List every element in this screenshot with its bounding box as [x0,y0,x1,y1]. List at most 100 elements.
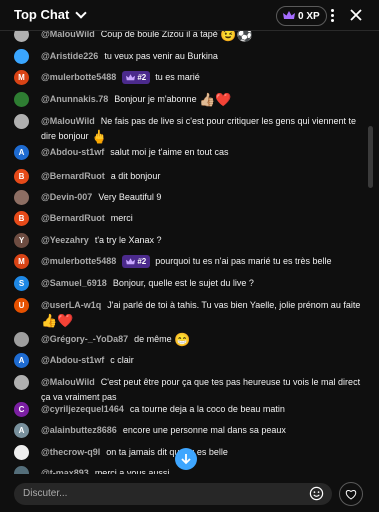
more-vert-icon[interactable] [326,7,338,23]
message-author[interactable]: @BernardRuot [41,213,105,223]
xp-value: 0 XP [298,10,320,22]
message-author[interactable]: @cyriljezequel1464 [41,404,124,414]
avatar-initial: A [18,148,25,157]
message-body: @MalouWild Coup de boule Zizou il a tapé … [41,30,367,42]
message-text: salut moi je t'aime en tout cas [110,147,229,157]
message-author[interactable]: @MalouWild [41,377,95,387]
avatar-image[interactable] [14,375,29,390]
message-text: ca tourne deja a la coco de beau matin [129,404,285,414]
message-body: @alainbuttez8686 encore une personne mal … [41,423,367,438]
avatar-image[interactable] [14,190,29,205]
message-author[interactable]: @Abdou-st1wf [41,147,104,157]
chat-title: Top Chat [14,7,70,22]
avatar-image[interactable] [14,49,29,64]
message-body: @Abdou-st1wf salut moi je t'aime en tout … [41,145,367,160]
message-body: @mulerbotte5488 #2 tu es marié [41,70,367,85]
chat-scrollbar[interactable] [368,126,373,188]
message-author[interactable]: @Grégory-_-YoDa87 [41,334,128,344]
scroll-to-bottom-button[interactable] [175,448,197,470]
avatar-initial: C [18,405,25,414]
message-author[interactable]: @Abdou-st1wf [41,355,104,365]
avatar[interactable]: A [14,353,29,368]
message-emoji: 😉⚽ [220,30,253,43]
message-text: Coup de boule Zizou il a tapé [100,30,218,39]
message-body: @Yeezahry t'a try le Xanax ? [41,233,367,248]
message-body: @Devin-007 Very Beautiful 9 [41,190,367,205]
avatar-image[interactable] [14,445,29,460]
rank-badge-label: #2 [137,73,147,83]
message-emoji: 🖕 [91,129,108,145]
message-body: @Samuel_6918 Bonjour, quelle est le sujet… [41,276,367,291]
message-author[interactable]: @Devin-007 [41,192,92,202]
message-author[interactable]: @mulerbotte5488 [41,256,116,266]
avatar[interactable]: B [14,211,29,226]
message-author[interactable]: @Samuel_6918 [41,278,107,288]
crown-icon [283,11,295,19]
avatar-image[interactable] [14,92,29,107]
avatar[interactable]: A [14,145,29,160]
avatar[interactable]: S [14,276,29,291]
chat-input-placeholder: Discuter... [23,488,68,499]
xp-button[interactable]: 0 XP [276,6,327,26]
avatar[interactable]: A [14,423,29,438]
avatar[interactable]: Y [14,233,29,248]
message-author[interactable]: @MalouWild [41,30,95,39]
avatar-initial: Y [18,236,25,245]
rank-badge-label: #2 [137,257,147,267]
message-text: pourquoi tu es n'ai pas marié tu es très… [155,256,332,266]
message-author[interactable]: @thecrow-q9l [41,447,100,457]
message-author[interactable]: @BernardRuot [41,171,105,181]
message-body: @userLA-w1q J'ai parlé de toi à tahis. Tu… [41,298,367,328]
close-icon[interactable] [348,7,364,23]
message-text: merci [110,213,133,223]
avatar[interactable]: C [14,402,29,417]
message-body: @MalouWild Ne fais pas de live si c'est p… [41,114,367,144]
message-text: de même [134,334,172,344]
message-author[interactable]: @Anunnakis.78 [41,94,108,104]
message-text: t'a try le Xanax ? [94,235,162,245]
message-author[interactable]: @alainbuttez8686 [41,425,117,435]
message-body: @cyriljezequel1464 ca tourne deja a la co… [41,402,367,417]
message-author[interactable]: @Yeezahry [41,235,89,245]
avatar[interactable]: M [14,254,29,269]
like-button[interactable] [339,482,363,506]
message-text: tu veux pas venir au Burkina [104,51,218,61]
message-body: @Anunnakis.78 Bonjour je m'abonne 👍🏼❤️ [41,92,367,107]
avatar[interactable]: M [14,70,29,85]
chat-footer: Discuter... [0,474,379,512]
message-text: a dit bonjour [110,171,161,181]
avatar[interactable]: U [14,298,29,313]
arrow-down-icon [181,454,191,465]
avatar-image[interactable] [14,466,29,474]
avatar-initial: M [18,257,25,266]
message-body: @BernardRuot a dit bonjour [41,169,367,184]
message-author[interactable]: @mulerbotte5488 [41,72,116,82]
message-body: @Abdou-st1wf c clair [41,353,367,368]
chat-mode-selector[interactable]: Top Chat [14,6,88,22]
message-author[interactable]: @userLA-w1q [41,300,101,310]
rank-badge: #2 [122,71,151,85]
avatar-image[interactable] [14,332,29,347]
avatar-initial: B [18,172,25,181]
crown-icon [126,73,136,80]
message-emoji: 👍❤️ [41,313,74,329]
message-text: Bonjour, quelle est le sujet du live ? [112,278,254,288]
chat-message-list[interactable]: @MalouWild Coup de boule Zizou il a tapé … [0,30,379,474]
crown-icon [126,257,136,264]
avatar-initial: A [18,356,25,365]
message-text: J'ai parlé de toi à tahis. Tu vas bien Y… [107,300,361,310]
message-author[interactable]: @Aristide226 [41,51,98,61]
avatar[interactable]: B [14,169,29,184]
message-text: c clair [110,355,134,365]
message-text: Bonjour je m'abonne [114,94,197,104]
message-author[interactable]: @MalouWild [41,116,95,126]
chat-input[interactable]: Discuter... [14,483,332,505]
message-text: tu es marié [155,72,200,82]
message-text: on ta jamais dit que tu es belle [106,447,228,457]
message-body: @t-max893 merci a vous aussi [41,466,367,474]
avatar-image[interactable] [14,114,29,129]
emoji-icon[interactable] [309,486,324,501]
avatar-image[interactable] [14,30,29,42]
message-body: @MalouWild C'est peut être pour ça que te… [41,375,367,405]
rank-badge: #2 [122,255,151,269]
